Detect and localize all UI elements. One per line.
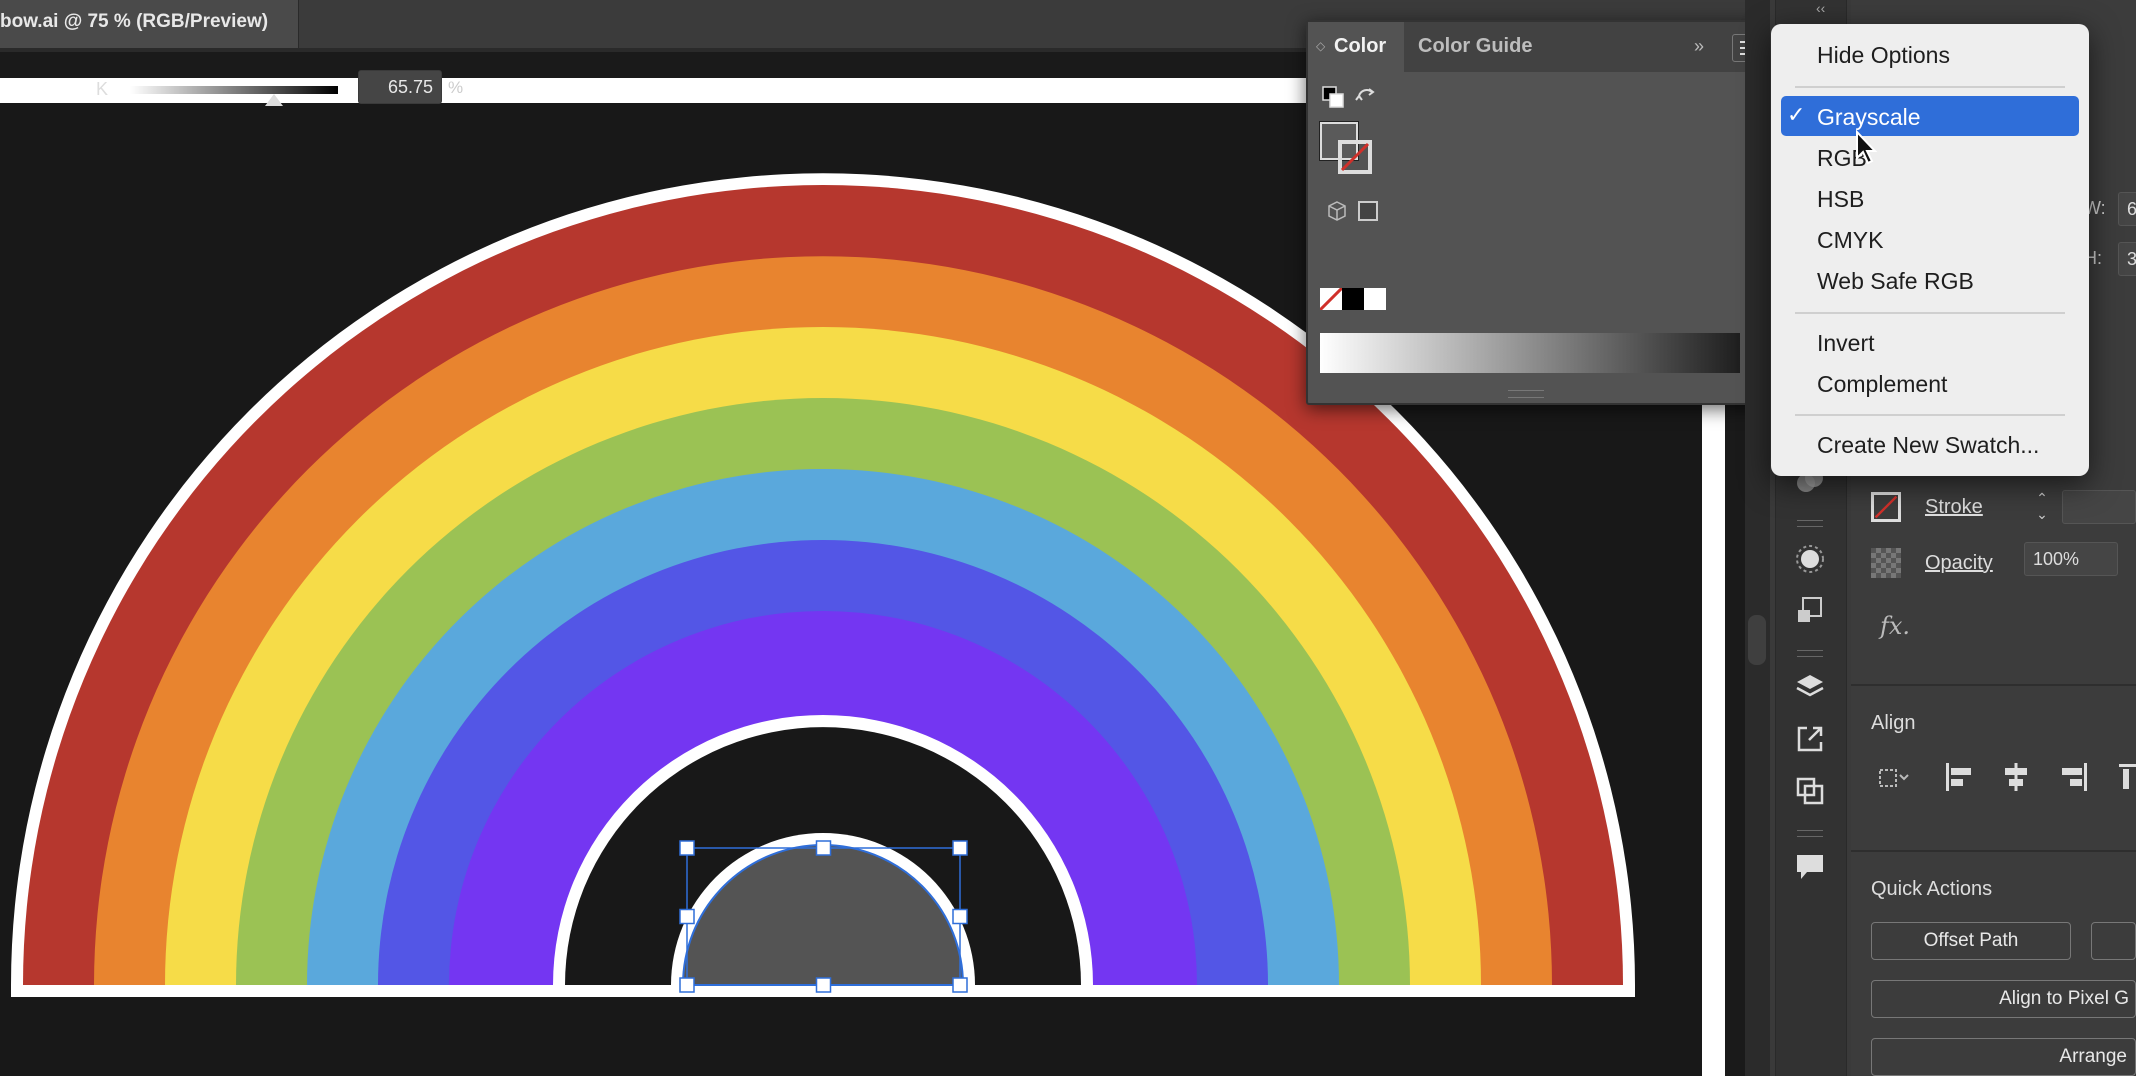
- k-channel-label: K: [96, 79, 109, 99]
- menu-item-complement[interactable]: Complement: [1817, 371, 1947, 398]
- menu-item-hsb[interactable]: HSB: [1817, 186, 1864, 213]
- transform-dock-icon[interactable]: [1793, 594, 1827, 628]
- selection-handle[interactable]: [815, 840, 832, 856]
- menu-item-cmyk[interactable]: CMYK: [1817, 227, 1883, 254]
- white-swatch[interactable]: [1364, 288, 1386, 310]
- panel-gutter: [1745, 0, 1770, 1076]
- comments-dock-icon[interactable]: [1793, 850, 1827, 884]
- menu-item-create-new-swatch[interactable]: Create New Swatch...: [1817, 432, 2039, 459]
- expand-shape-button[interactable]: [2091, 922, 2136, 960]
- opacity-field[interactable]: 100%: [2024, 542, 2118, 576]
- stroke-label[interactable]: Stroke: [1925, 496, 1983, 519]
- menu-separator: [1795, 312, 2065, 314]
- mouse-pointer-icon: [1856, 130, 1878, 165]
- selection-handle[interactable]: [679, 908, 695, 925]
- align-to-pixel-grid-button[interactable]: Align to Pixel G: [1871, 980, 2136, 1018]
- menu-separator: [1795, 414, 2065, 416]
- width-field[interactable]: 6: [2118, 192, 2136, 226]
- stroke-weight-field[interactable]: [2062, 490, 2136, 524]
- offset-path-button[interactable]: Offset Path: [1871, 922, 2071, 960]
- menu-item-hide-options[interactable]: Hide Options: [1817, 42, 1950, 69]
- arrange-button[interactable]: Arrange: [1871, 1038, 2136, 1076]
- panel-resize-handle[interactable]: [1508, 390, 1544, 398]
- align-horizontal-center-icon[interactable]: [1999, 760, 2033, 794]
- dock-grip-2: [1797, 650, 1823, 657]
- layers-dock-icon[interactable]: [1793, 670, 1827, 704]
- swap-fill-stroke-icon[interactable]: [1354, 86, 1378, 110]
- menu-item-web-safe-rgb[interactable]: Web Safe RGB: [1817, 268, 1974, 295]
- k-slider-track[interactable]: [130, 86, 338, 94]
- panel-grip-icon: ◇: [1316, 39, 1326, 53]
- tab-color-guide[interactable]: Color Guide: [1418, 35, 1532, 58]
- grayscale-ramp[interactable]: [1320, 333, 1740, 373]
- color-panel-tabs: ◇ Color Color Guide »: [1308, 22, 1774, 72]
- menu-item-invert[interactable]: Invert: [1817, 330, 1875, 357]
- height-field[interactable]: 3: [2118, 242, 2136, 276]
- align-right-icon[interactable]: [2057, 760, 2091, 794]
- align-left-icon[interactable]: [1942, 760, 1976, 794]
- artboards-dock-icon[interactable]: [1793, 774, 1827, 808]
- align-to-selection-icon[interactable]: [1876, 760, 1910, 794]
- quick-actions-title: Quick Actions: [1871, 878, 1993, 900]
- selection-handle[interactable]: [815, 977, 832, 993]
- selection-handle[interactable]: [679, 840, 695, 856]
- align-section-title: Align: [1871, 712, 1916, 734]
- stroke-stepper[interactable]: ⌃ ⌄: [2030, 490, 2054, 526]
- tab-color[interactable]: ◇ Color: [1308, 22, 1404, 72]
- export-dock-icon[interactable]: [1793, 722, 1827, 756]
- appearance-dock-icon[interactable]: [1793, 542, 1827, 576]
- selection-handle[interactable]: [952, 977, 968, 993]
- tab-color-label: Color: [1334, 35, 1387, 57]
- fx-icon[interactable]: fx.: [1880, 612, 1910, 640]
- k-slider-thumb[interactable]: [265, 94, 283, 106]
- k-unit-label: %: [448, 78, 464, 97]
- section-divider: [1851, 850, 2136, 852]
- menu-item-grayscale[interactable]: Grayscale: [1817, 104, 1921, 131]
- gutter-scroll-handle[interactable]: [1748, 615, 1766, 665]
- out-of-gamut-cube-icon[interactable]: [1326, 200, 1348, 222]
- align-top-icon[interactable]: [2112, 760, 2136, 794]
- default-colors-icon[interactable]: [1322, 86, 1348, 110]
- black-swatch[interactable]: [1342, 288, 1364, 310]
- selection-handle[interactable]: [952, 908, 968, 925]
- k-value-input[interactable]: 65.75: [358, 70, 442, 104]
- dock-grip-1: [1797, 520, 1823, 527]
- selection-handle[interactable]: [679, 977, 695, 993]
- section-divider: [1851, 684, 2136, 686]
- stroke-icon[interactable]: [1871, 492, 1901, 522]
- color-mode-menu: Hide Options ✓ Grayscale RGB HSB CMYK We…: [1771, 24, 2089, 476]
- expand-dock-icon[interactable]: ‹‹: [1816, 0, 1825, 16]
- menu-separator: [1795, 86, 2065, 88]
- collapse-panel-icon[interactable]: »: [1694, 36, 1704, 57]
- none-color-swatch[interactable]: [1320, 288, 1342, 310]
- color-panel: ◇ Color Color Guide »: [1306, 20, 1776, 405]
- stroke-none-swatch[interactable]: [1338, 140, 1372, 174]
- web-safe-square-icon[interactable]: [1358, 201, 1378, 221]
- opacity-icon: [1871, 548, 1901, 578]
- opacity-label[interactable]: Opacity: [1925, 552, 1993, 575]
- selection-handle[interactable]: [952, 840, 968, 856]
- checkmark-icon: ✓: [1787, 102, 1806, 127]
- dock-grip-3: [1797, 830, 1823, 837]
